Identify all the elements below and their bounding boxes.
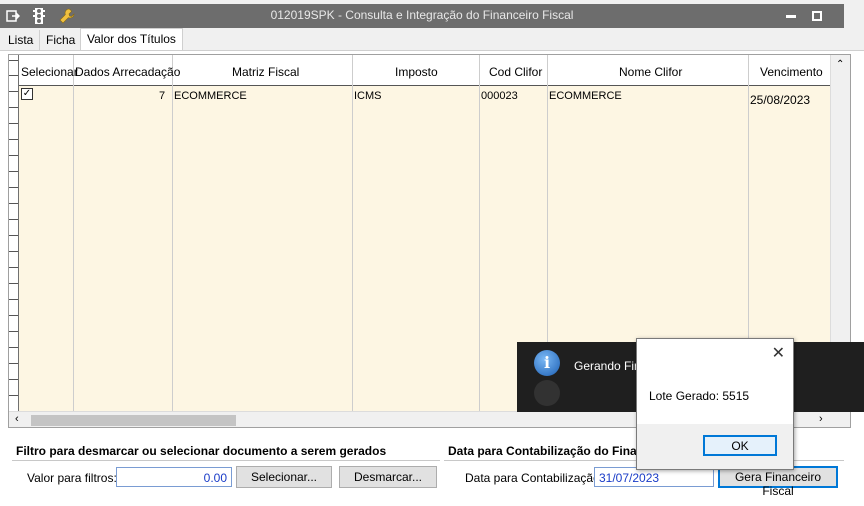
header-selecionar[interactable]: Selecionar [21, 65, 78, 79]
header-dados-arrecadacao[interactable]: Dados Arrecadação [75, 65, 180, 79]
column-divider [172, 55, 173, 411]
header-cod-clifor[interactable]: Cod Clifor [489, 65, 542, 79]
ok-button[interactable]: OK [703, 435, 777, 456]
window-title: 012019SPK - Consulta e Integração do Fin… [270, 8, 574, 22]
tab-valor-dos-titulos[interactable]: Valor dos Títulos [80, 28, 183, 51]
column-divider [73, 55, 74, 411]
cell-nome-clifor[interactable]: ECOMMERCE [549, 90, 622, 102]
main-window: 012019SPK - Consulta e Integração do Fin… [0, 0, 864, 506]
cell-vencimento[interactable]: 25/08/2023 [750, 93, 810, 107]
scroll-up-icon[interactable]: ⌃ [836, 59, 844, 70]
dialog-footer: OK [637, 424, 793, 469]
cell-dados-arrecadacao[interactable]: 7 [159, 90, 165, 102]
tab-lista[interactable]: Lista [2, 30, 41, 50]
title-bar: 012019SPK - Consulta e Integração do Fin… [0, 4, 844, 28]
filter-section-title: Filtro para desmarcar ou selecionar docu… [16, 444, 387, 458]
info-icon-reflection [534, 380, 560, 406]
deselect-button[interactable]: Desmarcar... [339, 466, 437, 488]
select-button[interactable]: Selecionar... [236, 466, 332, 488]
info-icon: i [534, 350, 560, 376]
restore-icon[interactable] [808, 8, 826, 24]
cell-cod-clifor[interactable]: 000023 [481, 90, 518, 102]
date-input[interactable]: 31/07/2023 [594, 467, 714, 487]
filter-value-input[interactable]: 0.00 [116, 467, 232, 487]
column-divider [479, 55, 480, 411]
message-dialog: ✕ Lote Gerado: 5515 OK [636, 338, 794, 470]
horizontal-scroll-thumb[interactable] [31, 415, 236, 426]
scroll-right-icon[interactable]: › [819, 413, 823, 425]
header-imposto[interactable]: Imposto [395, 65, 438, 79]
column-divider [352, 55, 353, 411]
tab-strip: Lista Ficha Valor dos Títulos [0, 28, 864, 51]
minimize-icon[interactable] [782, 8, 800, 24]
row-select-checkbox[interactable]: ✓ [21, 88, 33, 100]
cell-matriz-fiscal[interactable]: ECOMMERCE [174, 90, 247, 102]
row-indicator-gutter [9, 55, 19, 411]
dialog-message: Lote Gerado: 5515 [649, 389, 750, 403]
cell-imposto[interactable]: ICMS [354, 90, 382, 102]
date-section-title: Data para Contabilização do Fina [448, 444, 637, 458]
date-label: Data para Contabilização: [465, 471, 604, 485]
close-icon[interactable]: ✕ [772, 343, 785, 363]
header-vencimento[interactable]: Vencimento [760, 65, 823, 79]
filter-value-label: Valor para filtros: [27, 471, 117, 485]
header-nome-clifor[interactable]: Nome Clifor [619, 65, 682, 79]
section-divider [12, 460, 440, 461]
scroll-left-icon[interactable]: ‹ [15, 413, 19, 425]
header-matriz-fiscal[interactable]: Matriz Fiscal [232, 65, 299, 79]
tab-ficha[interactable]: Ficha [40, 30, 83, 50]
